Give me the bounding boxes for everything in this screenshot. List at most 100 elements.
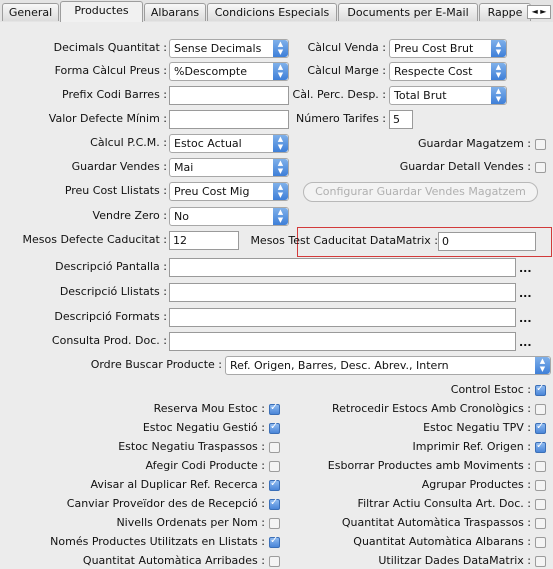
numero-tarifes-label: Número Tarifes : [296,112,386,125]
consulta-prod-doc-ellipsis-button[interactable]: ... [519,337,532,349]
select-arrows-icon: ▲ ▼ [535,357,550,374]
decimals-quantitat-label: Decimals Quantitat : [53,41,167,54]
mesos-test-caducitat-label: Mesos Test Caducitat DataMatrix : [250,234,438,247]
select-arrows-icon: ▲ ▼ [491,40,506,57]
checkbox-label-right: Esborrar Productes amb Moviments : [327,459,531,472]
calcul-venda-value: Preu Cost Brut [394,42,474,55]
descripcio-formats-ellipsis-button[interactable]: ... [519,313,532,325]
checkbox-right[interactable] [535,556,546,567]
tab-rappel[interactable]: Rappe [479,3,531,21]
checkbox-right[interactable] [535,421,546,434]
decimals-quantitat-select[interactable]: Sense Decimals ▲ ▼ [169,39,289,58]
checkbox-right[interactable] [535,518,546,529]
calcul-pcm-label: Càlcul P.C.M. : [90,136,167,149]
forma-calcul-preus-select[interactable]: %Descompte ▲ ▼ [169,62,289,81]
checkbox-label-right: Agrupar Productes : [421,478,531,491]
checkbox-left[interactable] [269,535,280,548]
checkbox-right[interactable] [535,383,546,396]
checkbox-left[interactable] [269,478,280,491]
tab-scroll-arrows[interactable]: ◄ ► [527,5,551,19]
tab-bar: General Productes Albarans Condicions Es… [0,0,553,23]
descripcio-llistats-input[interactable] [169,283,516,302]
descripcio-pantalla-ellipsis-button[interactable]: ... [519,263,532,275]
checkbox-left[interactable] [269,461,280,472]
checkbox-right[interactable] [535,480,546,491]
calcul-venda-select[interactable]: Preu Cost Brut ▲ ▼ [389,39,507,58]
checkbox-label-right: Quantitat Automàtica Traspassos : [341,516,531,529]
select-arrows-icon: ▲ ▼ [273,183,288,200]
calcul-marge-select[interactable]: Respecte Cost ▲ ▼ [389,62,507,81]
mesos-defecte-caducitat-label: Mesos Defecte Caducitat : [22,233,168,246]
checkbox-right[interactable] [535,537,546,548]
checkbox-right[interactable] [535,499,546,510]
checkbox-label-right: Imprimir Ref. Origen : [412,440,531,453]
descripcio-llistats-ellipsis-button[interactable]: ... [519,288,532,300]
checkbox-label-right: Utilitzar Dades DataMatrix : [378,554,531,567]
guardar-detall-vendes-checkbox[interactable] [535,162,546,173]
checkbox-left[interactable] [269,402,280,415]
preu-cost-llistats-select[interactable]: Preu Cost Mig ▲ ▼ [169,182,289,201]
tab-general[interactable]: General [2,3,59,21]
prefix-codi-barres-input[interactable] [169,86,289,105]
descripcio-pantalla-input[interactable] [169,258,516,277]
numero-tarifes-input[interactable]: 5 [389,110,413,129]
checkbox-label-right: Quantitat Automàtica Albarans : [353,535,531,548]
cal-perc-desp-value: Total Brut [394,89,447,102]
preu-cost-llistats-value: Preu Cost Mig [174,185,250,198]
checkbox-label-right: Estoc Negatiu TPV : [423,421,531,434]
ordre-buscar-producte-select[interactable]: Ref. Origen, Barres, Desc. Abrev., Inter… [225,356,551,375]
consulta-prod-doc-input[interactable] [169,332,516,351]
checkbox-label-left: Afegir Codi Producte : [145,459,265,472]
valor-defecte-minim-input[interactable] [169,110,289,129]
checkbox-right[interactable] [535,461,546,472]
checkbox-label-left: Estoc Negatiu Gestió : [142,421,265,434]
descripcio-formats-input[interactable] [169,308,516,327]
cal-perc-desp-select[interactable]: Total Brut ▲ ▼ [389,86,507,105]
calcul-pcm-select[interactable]: Estoc Actual ▲ ▼ [169,134,289,153]
checkbox-right[interactable] [535,404,546,415]
prefix-codi-barres-label: Prefix Codi Barres : [62,88,167,101]
checkbox-label-left: Nivells Ordenats per Nom : [116,516,265,529]
checkbox-right[interactable] [535,440,546,453]
vendre-zero-label: Vendre Zero : [92,209,167,222]
checkbox-label-left: Estoc Negatiu Traspassos : [118,440,265,453]
select-arrows-icon: ▲ ▼ [273,159,288,176]
guardar-vendes-value: Mai [174,161,194,174]
checkbox-left[interactable] [269,442,280,453]
checkbox-label-right: Control Estoc : [450,383,531,396]
checkbox-left[interactable] [269,421,280,434]
ordre-buscar-producte-label: Ordre Buscar Producte : [90,358,222,371]
checkbox-left[interactable] [269,518,280,529]
checkbox-label-left: Quantitat Automàtica Arribades : [82,554,265,567]
ordre-buscar-producte-value: Ref. Origen, Barres, Desc. Abrev., Inter… [230,359,449,372]
mesos-defecte-caducitat-input[interactable]: 12 [169,231,239,250]
vendre-zero-select[interactable]: No ▲ ▼ [169,207,289,226]
consulta-prod-doc-label: Consulta Prod. Doc. : [51,334,167,347]
checkbox-label-right: Retrocedir Estocs Amb Cronològics : [331,402,531,415]
tab-productes[interactable]: Productes [60,1,143,22]
calcul-marge-label: Càlcul Marge : [307,64,386,77]
select-arrows-icon: ▲ ▼ [491,63,506,80]
guardar-magatzem-label: Guardar Magatzem : [417,137,531,150]
tab-documents-email[interactable]: Documents per E-Mail [338,3,478,21]
descripcio-formats-label: Descripció Formats : [54,310,167,323]
descripcio-llistats-label: Descripció Llistats : [59,285,167,298]
calcul-marge-value: Respecte Cost [394,65,473,78]
mesos-test-caducitat-input[interactable]: 0 [438,232,536,251]
checkbox-left[interactable] [269,556,280,567]
tab-albarans[interactable]: Albarans [144,3,206,21]
checkbox-label-right: Filtrar Actiu Consulta Art. Doc. : [357,497,531,510]
configurar-guardar-vendes-button[interactable]: Configurar Guardar Vendes Magatzem [303,182,538,202]
tab-condicions-especials[interactable]: Condicions Especials [207,3,337,21]
decimals-quantitat-value: Sense Decimals [174,42,262,55]
guardar-detall-vendes-label: Guardar Detall Vendes : [399,160,531,173]
descripcio-pantalla-label: Descripció Pantalla : [55,260,167,273]
guardar-vendes-select[interactable]: Mai ▲ ▼ [169,158,289,177]
guardar-magatzem-checkbox[interactable] [535,139,546,150]
checkbox-label-left: Avisar al Duplicar Ref. Recerca : [90,478,265,491]
select-arrows-icon: ▲ ▼ [273,40,288,57]
forma-calcul-preus-label: Forma Càlcul Preus : [54,64,167,77]
select-arrows-icon: ▲ ▼ [491,87,506,104]
select-arrows-icon: ▲ ▼ [273,63,288,80]
checkbox-left[interactable] [269,497,280,510]
